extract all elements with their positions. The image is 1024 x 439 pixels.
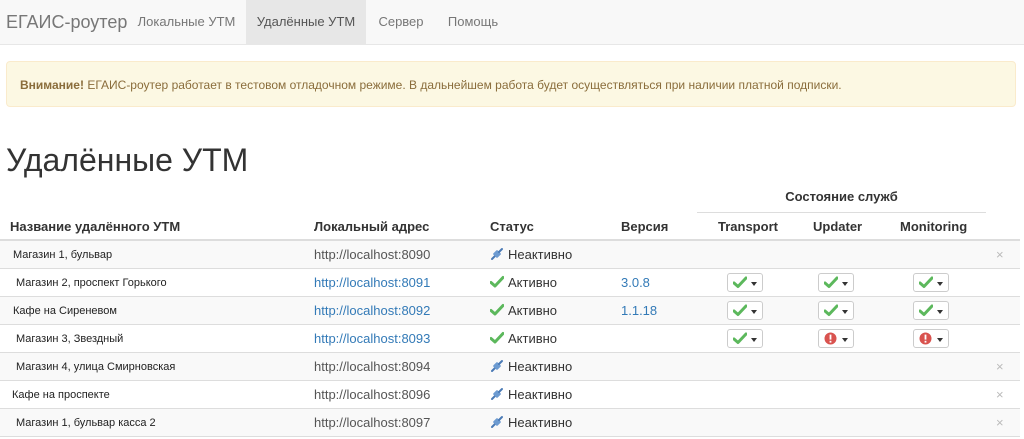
utm-name: Магазин 1, бульвар xyxy=(13,249,113,261)
check-icon xyxy=(824,276,838,288)
caret-down-icon xyxy=(751,282,757,286)
nav-remote-utm[interactable]: Удалённые УТМ xyxy=(246,0,366,44)
check-icon xyxy=(919,276,933,288)
col-updater: Updater xyxy=(813,219,863,234)
check-icon xyxy=(919,304,933,316)
utm-name: Магазин 2, проспект Горького xyxy=(16,277,167,289)
nav-local-utm[interactable]: Локальные УТМ xyxy=(127,0,246,44)
col-status: Статус xyxy=(490,219,534,234)
plug-icon xyxy=(490,355,504,372)
navbar: ЕГАИС-роутер Локальные УТМ Удалённые УТМ… xyxy=(0,0,1024,45)
local-address: http://localhost:8096 xyxy=(314,387,431,402)
remove-icon[interactable]: × xyxy=(996,241,1004,269)
caret-down-icon xyxy=(937,282,943,286)
status-label: Активно xyxy=(508,303,558,318)
transport-status-dropdown[interactable] xyxy=(727,329,763,348)
status-label: Неактивно xyxy=(508,387,573,402)
status-label: Активно xyxy=(508,331,558,346)
table-row: Магазин 3, Звездный http://localhost:8093… xyxy=(0,325,1020,353)
nav-server[interactable]: Сервер xyxy=(366,0,436,44)
caret-down-icon xyxy=(937,310,943,314)
col-transport: Transport xyxy=(718,219,778,234)
utm-name: Магазин 3, Звездный xyxy=(16,333,124,345)
nav-help[interactable]: Помощь xyxy=(436,0,510,44)
version-link[interactable]: 1.1.18 xyxy=(621,297,657,325)
transport-status-dropdown[interactable] xyxy=(727,301,763,320)
status: Неактивно xyxy=(490,409,572,437)
version-link[interactable]: 3.0.8 xyxy=(621,269,650,297)
remove-icon[interactable]: × xyxy=(996,353,1004,381)
local-address: http://localhost:8094 xyxy=(314,359,431,374)
caret-down-icon xyxy=(751,338,757,342)
caret-down-icon xyxy=(751,310,757,314)
status-label: Активно xyxy=(508,275,558,290)
table-row: Магазин 1, бульвар касса 2 http://localho… xyxy=(0,409,1020,437)
brand[interactable]: ЕГАИС-роутер xyxy=(6,0,127,44)
page-title: Удалённые УТМ xyxy=(6,142,249,178)
check-icon xyxy=(489,271,505,288)
monitoring-status-dropdown[interactable] xyxy=(913,273,949,292)
remove-icon[interactable]: × xyxy=(996,409,1004,437)
status: Активно xyxy=(489,269,558,297)
col-name: Название удалённого УТМ xyxy=(10,219,181,234)
updater-status-dropdown[interactable] xyxy=(818,329,854,348)
col-version: Версия xyxy=(621,219,669,234)
group-divider xyxy=(697,212,986,213)
table-row: Кафе на Сиреневом http://localhost:8092 Ак… xyxy=(0,297,1020,325)
check-icon xyxy=(489,299,505,316)
caret-down-icon xyxy=(842,282,848,286)
plug-icon xyxy=(490,383,504,400)
services-group-header: Состояние служб xyxy=(785,189,898,204)
status: Активно xyxy=(489,297,558,325)
updater-status-dropdown[interactable] xyxy=(818,301,854,320)
table-row: Кафе на проспекте http://localhost:8096 Не… xyxy=(0,381,1020,409)
col-monitoring: Monitoring xyxy=(900,219,968,234)
alert-text: ЕГАИС-роутер работает в тестовом отладоч… xyxy=(83,78,842,92)
table-row: Магазин 2, проспект Горького http://local… xyxy=(0,269,1020,297)
status: Неактивно xyxy=(490,381,572,409)
check-icon xyxy=(733,304,747,316)
utm-name: Кафе на проспекте xyxy=(12,389,110,401)
status-label: Неактивно xyxy=(508,247,573,262)
caret-down-icon xyxy=(842,310,848,314)
utm-name: Магазин 1, бульвар касса 2 xyxy=(16,417,156,429)
local-address: http://localhost:8090 xyxy=(314,247,431,262)
local-address[interactable]: http://localhost:8093 xyxy=(314,325,430,353)
monitoring-status-dropdown[interactable] xyxy=(913,329,949,348)
monitoring-status-dropdown[interactable] xyxy=(913,301,949,320)
check-icon xyxy=(733,332,747,344)
transport-status-dropdown[interactable] xyxy=(727,273,763,292)
utm-name: Магазин 4, улица Смирновская xyxy=(16,361,176,373)
warning-alert: Внимание! ЕГАИС-роутер работает в тестов… xyxy=(6,61,1016,107)
table-row: Магазин 4, улица Смирновская http://local… xyxy=(0,353,1020,381)
check-icon xyxy=(733,276,747,288)
caret-down-icon xyxy=(937,338,943,342)
remove-icon[interactable]: × xyxy=(996,381,1004,409)
alert-strong: Внимание! xyxy=(20,78,84,92)
status: Активно xyxy=(489,325,558,353)
error-icon xyxy=(824,332,837,345)
plug-icon xyxy=(490,243,504,260)
error-icon xyxy=(919,332,932,345)
check-icon xyxy=(489,327,505,344)
updater-status-dropdown[interactable] xyxy=(818,273,854,292)
local-address: http://localhost:8097 xyxy=(314,415,431,430)
local-address[interactable]: http://localhost:8092 xyxy=(314,297,430,325)
status-label: Неактивно xyxy=(508,415,573,430)
table-row: Магазин 1, бульвар http://localhost:8090 Н… xyxy=(0,241,1020,269)
caret-down-icon xyxy=(842,338,848,342)
col-address: Локальный адрес xyxy=(314,219,430,234)
check-icon xyxy=(824,304,838,316)
utm-name: Кафе на Сиреневом xyxy=(13,305,117,317)
plug-icon xyxy=(490,411,504,428)
status: Неактивно xyxy=(490,353,572,381)
local-address[interactable]: http://localhost:8091 xyxy=(314,269,430,297)
status-label: Неактивно xyxy=(508,359,573,374)
status: Неактивно xyxy=(490,241,572,269)
